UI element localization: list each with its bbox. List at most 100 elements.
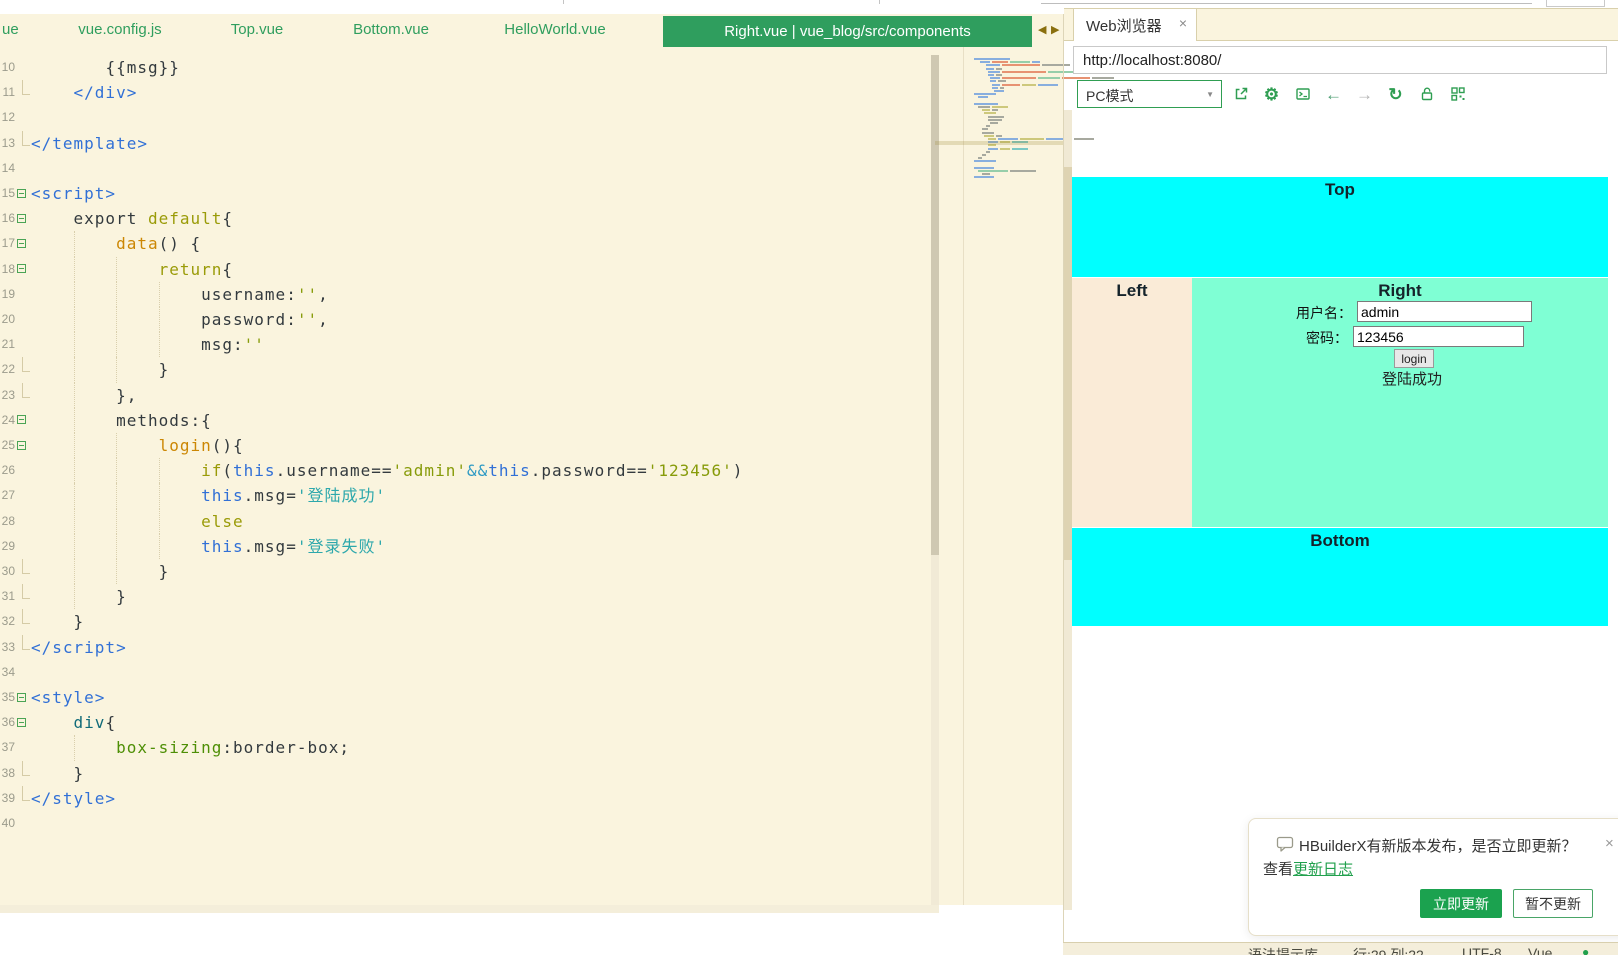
- username-input[interactable]: [1357, 301, 1532, 322]
- code-line-12[interactable]: 12: [0, 105, 930, 130]
- unlock-icon[interactable]: [1418, 86, 1435, 103]
- code-line-33[interactable]: 33 </script>: [0, 634, 930, 660]
- scrollbar-thumb[interactable]: [1064, 167, 1072, 560]
- line-number: 34: [1, 664, 15, 679]
- fold-toggle-icon[interactable]: [17, 692, 26, 702]
- preview-right-section: Right 用户名： 密码： login 登陆成功: [1192, 278, 1608, 527]
- code-line-17[interactable]: 17 data() {: [0, 231, 930, 257]
- console-icon[interactable]: [1294, 86, 1311, 103]
- settings-gear-icon[interactable]: ⚙: [1263, 86, 1280, 103]
- fold-toggle-icon[interactable]: [17, 264, 26, 274]
- code-text: export default{: [73, 209, 234, 229]
- code-line-19[interactable]: 19 username:'',: [0, 281, 930, 307]
- preview-scrollbar[interactable]: [1064, 110, 1072, 910]
- code-line-39[interactable]: 39 </style>: [0, 785, 930, 811]
- editor-vertical-scrollbar[interactable]: [931, 55, 939, 905]
- line-number: 18: [1, 261, 15, 276]
- editor-minimap[interactable]: [963, 47, 1124, 905]
- fold-toggle-icon[interactable]: [17, 717, 26, 727]
- password-input[interactable]: [1353, 326, 1524, 347]
- line-number: 14: [1, 160, 15, 175]
- device-mode-select[interactable]: PC模式 ▼: [1077, 80, 1222, 108]
- code-line-14[interactable]: 14: [0, 156, 930, 181]
- code-line-32[interactable]: 32 }: [0, 609, 930, 634]
- fold-toggle-icon[interactable]: [17, 415, 26, 425]
- code-text: </script>: [31, 637, 127, 657]
- login-result-message: 登陆成功: [1381, 371, 1442, 388]
- minimap-row: [974, 160, 998, 163]
- line-number: 20: [1, 312, 15, 326]
- line-number: 33: [1, 639, 15, 654]
- minimap-row: [988, 115, 1006, 118]
- qrcode-icon[interactable]: [1449, 86, 1466, 103]
- open-in-browser-icon[interactable]: [1232, 86, 1249, 103]
- minimap-row: [984, 112, 998, 115]
- code-line-10[interactable]: 10 {{msg}}: [0, 55, 930, 80]
- back-icon[interactable]: ←: [1325, 86, 1342, 103]
- code-line-18[interactable]: 18 return{: [0, 256, 930, 282]
- tab-fragment[interactable]: ue: [2, 21, 19, 38]
- line-number: 27: [1, 488, 15, 503]
- update-later-button[interactable]: 暂不更新: [1513, 889, 1593, 918]
- scope-end-mark: [22, 785, 30, 801]
- changelog-link[interactable]: 更新日志: [1293, 861, 1353, 878]
- hbuilderx-window: ue vue.config.js Top.vue Bottom.vue HelloWor…: [0, 0, 1618, 955]
- close-icon[interactable]: ×: [1179, 15, 1187, 31]
- fold-toggle-icon[interactable]: [17, 213, 26, 223]
- fold-toggle-icon[interactable]: [17, 188, 26, 198]
- update-now-button[interactable]: 立即更新: [1420, 889, 1502, 918]
- code-line-13[interactable]: 13 </template>: [0, 130, 930, 156]
- code-line-31[interactable]: 31 }: [0, 584, 930, 610]
- code-line-11[interactable]: 11 </div>: [0, 80, 930, 105]
- editor-horizontal-scrollbar[interactable]: [0, 905, 939, 913]
- code-editor[interactable]: 10 {{msg}} 11 </div> 12 13 </template> 14 15 <s…: [0, 55, 930, 905]
- code-line-36[interactable]: 36 div{: [0, 710, 930, 735]
- code-line-38[interactable]: 38 }: [0, 760, 930, 786]
- refresh-icon[interactable]: ↻: [1387, 86, 1404, 103]
- left-heading: Left: [1116, 281, 1148, 300]
- line-number: 28: [1, 513, 15, 528]
- code-line-20[interactable]: 20 password:'',: [0, 307, 930, 333]
- code-line-25[interactable]: 25 login(){: [0, 433, 930, 459]
- browser-toolbar: ⚙ ← → ↻: [1232, 80, 1466, 108]
- code-line-23[interactable]: 23 },: [0, 382, 930, 408]
- code-line-28[interactable]: 28 else: [0, 508, 930, 534]
- url-input[interactable]: [1073, 46, 1607, 74]
- line-number: 26: [1, 463, 15, 478]
- scrollbar-thumb[interactable]: [931, 55, 939, 555]
- code-line-30[interactable]: 30 }: [0, 559, 930, 585]
- fold-toggle-icon[interactable]: [17, 238, 26, 248]
- code-line-21[interactable]: 21 msg:'': [0, 332, 930, 358]
- code-line-40[interactable]: 40: [0, 811, 930, 836]
- code-line-22[interactable]: 22 }: [0, 357, 930, 383]
- fold-toggle-icon[interactable]: [17, 440, 26, 450]
- code-text: {{msg}}: [105, 58, 180, 77]
- minimap-row: [982, 128, 990, 131]
- forward-icon[interactable]: →: [1356, 86, 1373, 103]
- scope-end-mark: [22, 760, 30, 776]
- line-number: 30: [1, 564, 15, 578]
- minimap-row: [988, 147, 1030, 150]
- code-text: username:'',: [201, 284, 329, 304]
- code-line-29[interactable]: 29 this.msg='登录失败': [0, 533, 930, 559]
- code-line-34[interactable]: 34: [0, 660, 930, 685]
- login-button[interactable]: login: [1394, 349, 1434, 368]
- changelog-prefix: 查看: [1263, 861, 1294, 878]
- tab-scroll-right-icon[interactable]: ▶: [1051, 25, 1059, 36]
- tab-right-vue-active[interactable]: Right.vue | vue_blog/src/components: [663, 16, 1032, 47]
- code-line-26[interactable]: 26 if(this.username=='admin'&&this.passw…: [0, 458, 930, 484]
- tab-top-vue[interactable]: Top.vue: [231, 21, 284, 38]
- code-line-27[interactable]: 27 this.msg='登陆成功': [0, 483, 930, 509]
- code-line-37[interactable]: 37 box-sizing:border-box;: [0, 735, 930, 761]
- code-line-35[interactable]: 35 <style>: [0, 685, 930, 710]
- code-line-24[interactable]: 24 methods:{: [0, 407, 930, 433]
- minimap-row: [982, 109, 1000, 112]
- tab-web-browser[interactable]: Web浏览器 ×: [1073, 8, 1197, 41]
- tab-scroll-left-icon[interactable]: ◀: [1038, 25, 1046, 36]
- tab-helloworld-vue[interactable]: HelloWorld.vue: [504, 21, 605, 38]
- code-line-15[interactable]: 15 <script>: [0, 181, 930, 206]
- tab-bottom-vue[interactable]: Bottom.vue: [353, 21, 429, 38]
- tab-vue-config-js[interactable]: vue.config.js: [78, 21, 161, 38]
- code-line-16[interactable]: 16 export default{: [0, 206, 930, 231]
- close-icon[interactable]: ×: [1605, 835, 1614, 852]
